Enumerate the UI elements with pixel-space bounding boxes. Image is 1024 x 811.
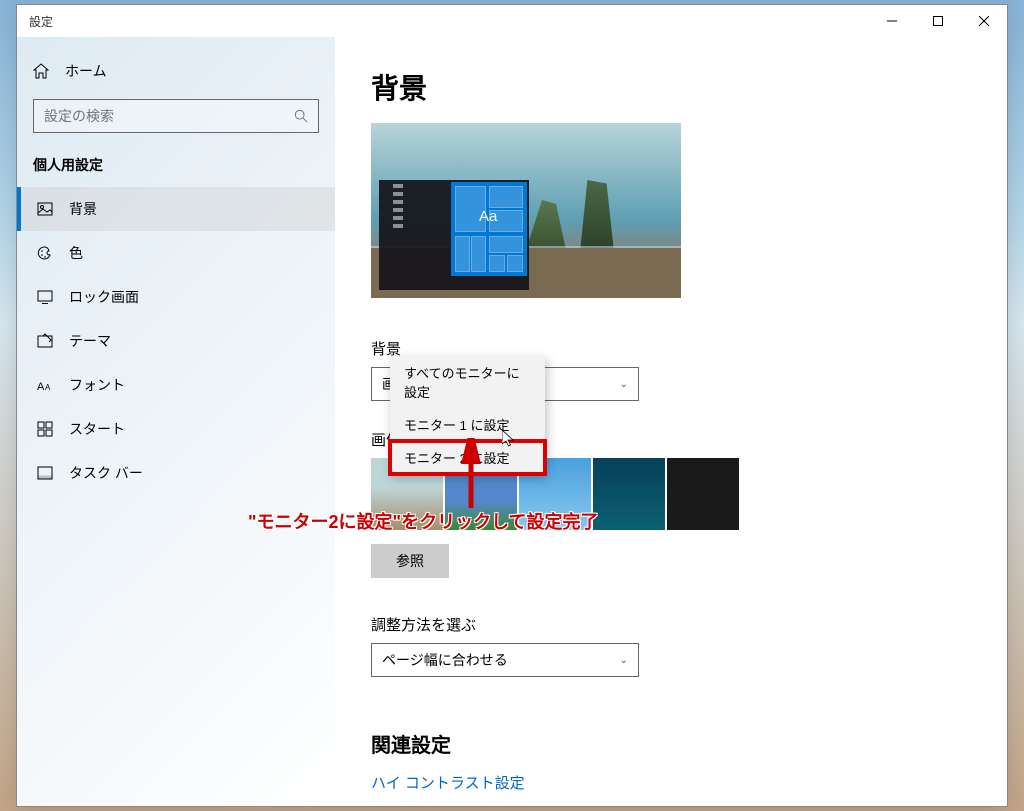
sidebar-item-label: スタート (69, 419, 125, 439)
minimize-button[interactable] (869, 5, 915, 37)
sidebar-section-title: 個人用設定 (17, 147, 335, 187)
ctx-set-monitor-1[interactable]: モニター 1 に設定 (390, 408, 545, 441)
close-button[interactable] (961, 5, 1007, 37)
sidebar-item-label: テーマ (69, 331, 111, 351)
titlebar: 設定 (17, 5, 1007, 37)
font-icon: AA (37, 377, 53, 393)
page-title: 背景 (371, 67, 971, 107)
sidebar-item-fonts[interactable]: AA フォント (17, 363, 335, 407)
search-input[interactable] (44, 108, 294, 124)
browse-button[interactable]: 参照 (371, 544, 449, 578)
maximize-button[interactable] (915, 5, 961, 37)
window-title: 設定 (29, 13, 53, 30)
search-icon (294, 109, 308, 123)
themes-icon (37, 333, 53, 349)
background-preview: Aa (371, 123, 681, 298)
ctx-set-monitor-2[interactable]: モニター 2 に設定 (390, 441, 545, 474)
sidebar-item-label: 色 (69, 243, 83, 263)
sidebar-item-themes[interactable]: テーマ (17, 319, 335, 363)
chevron-down-icon: ⌄ (620, 655, 628, 666)
sidebar-item-lockscreen[interactable]: ロック画面 (17, 275, 335, 319)
search-box[interactable] (33, 99, 319, 133)
related-settings-title: 関連設定 (371, 729, 971, 758)
sidebar-item-label: ロック画面 (69, 287, 139, 307)
sidebar-item-label: 背景 (69, 199, 97, 219)
sidebar-item-label: タスク バー (69, 463, 143, 483)
home-label: ホーム (65, 61, 107, 81)
maximize-icon (933, 16, 943, 26)
fit-label: 調整方法を選ぶ (371, 614, 971, 635)
ctx-set-all-monitors[interactable]: すべてのモニターに設定 (390, 356, 545, 408)
picture-thumb[interactable] (593, 458, 665, 530)
home-button[interactable]: ホーム (17, 51, 335, 91)
sidebar-item-start[interactable]: スタート (17, 407, 335, 451)
sidebar: ホーム 個人用設定 背景 色 ロック画面 テーマ (17, 37, 335, 806)
dropdown-value: ページ幅に合わせる (382, 650, 508, 670)
sidebar-item-taskbar[interactable]: タスク バー (17, 451, 335, 495)
context-menu: すべてのモニターに設定 モニター 1 に設定 モニター 2 に設定 (390, 356, 545, 474)
high-contrast-link[interactable]: ハイ コントラスト設定 (371, 772, 971, 793)
palette-icon (37, 245, 53, 261)
window-controls (869, 5, 1007, 37)
fit-dropdown[interactable]: ページ幅に合わせる ⌄ (371, 643, 639, 677)
start-icon (37, 421, 53, 437)
chevron-down-icon: ⌄ (620, 379, 628, 390)
picture-icon (37, 201, 53, 217)
close-icon (979, 16, 989, 26)
svg-text:A: A (45, 383, 51, 392)
taskbar-icon (37, 465, 53, 481)
home-icon (33, 63, 49, 79)
picture-thumb[interactable] (667, 458, 739, 530)
sidebar-item-label: フォント (69, 375, 125, 395)
sidebar-item-background[interactable]: 背景 (17, 187, 335, 231)
svg-text:A: A (37, 381, 45, 393)
minimize-icon (887, 16, 897, 26)
lockscreen-icon (37, 289, 53, 305)
sidebar-item-colors[interactable]: 色 (17, 231, 335, 275)
